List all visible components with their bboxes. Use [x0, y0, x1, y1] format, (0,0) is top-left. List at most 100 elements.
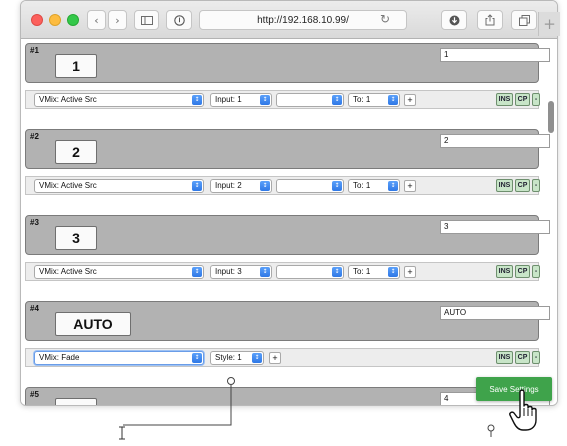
add-action-button[interactable]: +: [404, 94, 416, 106]
chevron-updown-icon: ↕: [192, 181, 202, 191]
key-preview-button[interactable]: 2: [55, 140, 97, 164]
chevron-updown-icon: ↕: [260, 267, 270, 277]
downloads-button[interactable]: [441, 10, 467, 30]
zoom-window-button[interactable]: [67, 14, 79, 26]
action-select[interactable]: VMix: Fade ↕: [34, 351, 204, 365]
info-circle-icon: [173, 14, 185, 26]
add-action-button[interactable]: +: [269, 352, 281, 364]
chevron-updown-icon: ↕: [332, 95, 342, 105]
chevron-left-icon: ‹: [94, 13, 99, 27]
remove-button[interactable]: -: [532, 93, 540, 106]
add-action-button[interactable]: +: [404, 180, 416, 192]
param-select[interactable]: ↕: [276, 93, 344, 107]
style-select[interactable]: Style: 1 ↕: [210, 351, 264, 365]
chevron-right-icon: ›: [115, 13, 120, 27]
download-icon: [449, 15, 459, 25]
action-select[interactable]: VMix: Active Src ↕: [34, 265, 204, 279]
chevron-updown-icon: ↕: [192, 267, 202, 277]
share-button[interactable]: [477, 10, 503, 30]
input-select-value: Input: 3: [215, 267, 242, 276]
action-select-value: VMix: Active Src: [39, 95, 97, 104]
chevron-updown-icon: ↕: [388, 267, 398, 277]
add-action-button[interactable]: +: [404, 266, 416, 278]
copy-button[interactable]: CP: [515, 179, 530, 192]
key-label-input[interactable]: 1: [440, 48, 550, 62]
action-row-3: VMix: Active Src ↕ Input: 3 ↕ ↕ To: 1 ↕ …: [25, 262, 540, 281]
chevron-updown-icon: ↕: [332, 181, 342, 191]
copy-button[interactable]: CP: [515, 93, 530, 106]
key-block-4: #4 AUTO AUTO: [25, 301, 550, 341]
to-select[interactable]: To: 1 ↕: [348, 265, 400, 279]
key-preview-button[interactable]: 1: [55, 54, 97, 78]
scrollbar-thumb[interactable]: [548, 101, 554, 133]
key-label-input[interactable]: 3: [440, 220, 550, 234]
key-block-1: #1 1 1: [25, 43, 550, 83]
hand-pointer-icon: [509, 389, 537, 431]
browser-toolbar: ‹ › http://192.168.10.99/ ↻: [21, 1, 557, 39]
key-preview-button[interactable]: 3: [55, 226, 97, 250]
to-select-value: To: 1: [353, 181, 371, 190]
sidebar-icon: [140, 15, 153, 25]
input-select-value: Input: 1: [215, 95, 242, 104]
text-cursor-icon: [119, 426, 125, 440]
remove-button[interactable]: -: [532, 351, 540, 364]
chevron-updown-icon: ↕: [388, 181, 398, 191]
chevron-updown-icon: ↕: [260, 95, 270, 105]
insert-button[interactable]: INS: [496, 351, 513, 364]
param-select[interactable]: ↕: [276, 265, 344, 279]
reload-icon[interactable]: ↻: [380, 12, 390, 26]
remove-button[interactable]: -: [532, 265, 540, 278]
back-button[interactable]: ‹: [87, 10, 106, 30]
input-select[interactable]: Input: 3 ↕: [210, 265, 272, 279]
key-preview-button[interactable]: AUTO: [55, 312, 131, 336]
key-block-2: #2 2 2: [25, 129, 550, 169]
new-tab-button[interactable]: +: [538, 12, 560, 36]
insert-button[interactable]: INS: [496, 265, 513, 278]
block-number: #4: [30, 304, 39, 313]
copy-button[interactable]: CP: [515, 351, 530, 364]
action-select-value: VMix: Fade: [39, 353, 80, 362]
chevron-updown-icon: ↕: [388, 95, 398, 105]
action-row-2: VMix: Active Src ↕ Input: 2 ↕ ↕ To: 1 ↕ …: [25, 176, 540, 195]
chevron-updown-icon: ↕: [192, 353, 202, 363]
pin-icon: [487, 424, 495, 437]
forward-button[interactable]: ›: [108, 10, 127, 30]
tabs-icon: [518, 14, 530, 26]
to-select[interactable]: To: 1 ↕: [348, 93, 400, 107]
action-select[interactable]: VMix: Active Src ↕: [34, 179, 204, 193]
action-select[interactable]: VMix: Active Src ↕: [34, 93, 204, 107]
block-number: #5: [30, 390, 39, 399]
close-window-button[interactable]: [31, 14, 43, 26]
address-bar[interactable]: http://192.168.10.99/: [199, 10, 407, 30]
key-label-input[interactable]: AUTO: [440, 306, 550, 320]
chevron-updown-icon: ↕: [332, 267, 342, 277]
chevron-updown-icon: ↕: [192, 95, 202, 105]
action-select-value: VMix: Active Src: [39, 267, 97, 276]
privacy-report-button[interactable]: [166, 10, 192, 30]
page-viewport: #1 1 1 VMix: Active Src ↕ Input: 1 ↕ ↕ T…: [21, 39, 557, 405]
browser-window: ‹ › http://192.168.10.99/ ↻ #1 1 1 VMix:…: [20, 0, 558, 406]
minimize-window-button[interactable]: [49, 14, 61, 26]
share-icon: [485, 14, 495, 26]
key-label-input[interactable]: 2: [440, 134, 550, 148]
insert-button[interactable]: INS: [496, 179, 513, 192]
input-select[interactable]: Input: 2 ↕: [210, 179, 272, 193]
copy-button[interactable]: CP: [515, 265, 530, 278]
block-number: #3: [30, 218, 39, 227]
show-tabs-button[interactable]: [511, 10, 537, 30]
sidebar-button[interactable]: [134, 10, 159, 30]
action-row-4: VMix: Fade ↕ Style: 1 ↕ + INS CP -: [25, 348, 540, 367]
chevron-updown-icon: ↕: [252, 353, 262, 363]
to-select-value: To: 1: [353, 267, 371, 276]
insert-button[interactable]: INS: [496, 93, 513, 106]
key-preview-button[interactable]: [55, 398, 97, 405]
remove-button[interactable]: -: [532, 179, 540, 192]
to-select-value: To: 1: [353, 95, 371, 104]
to-select[interactable]: To: 1 ↕: [348, 179, 400, 193]
param-select[interactable]: ↕: [276, 179, 344, 193]
address-bar-url: http://192.168.10.99/: [257, 14, 349, 26]
input-select-value: Input: 2: [215, 181, 242, 190]
key-block-5: #5 4: [25, 387, 550, 405]
block-number: #2: [30, 132, 39, 141]
input-select[interactable]: Input: 1 ↕: [210, 93, 272, 107]
